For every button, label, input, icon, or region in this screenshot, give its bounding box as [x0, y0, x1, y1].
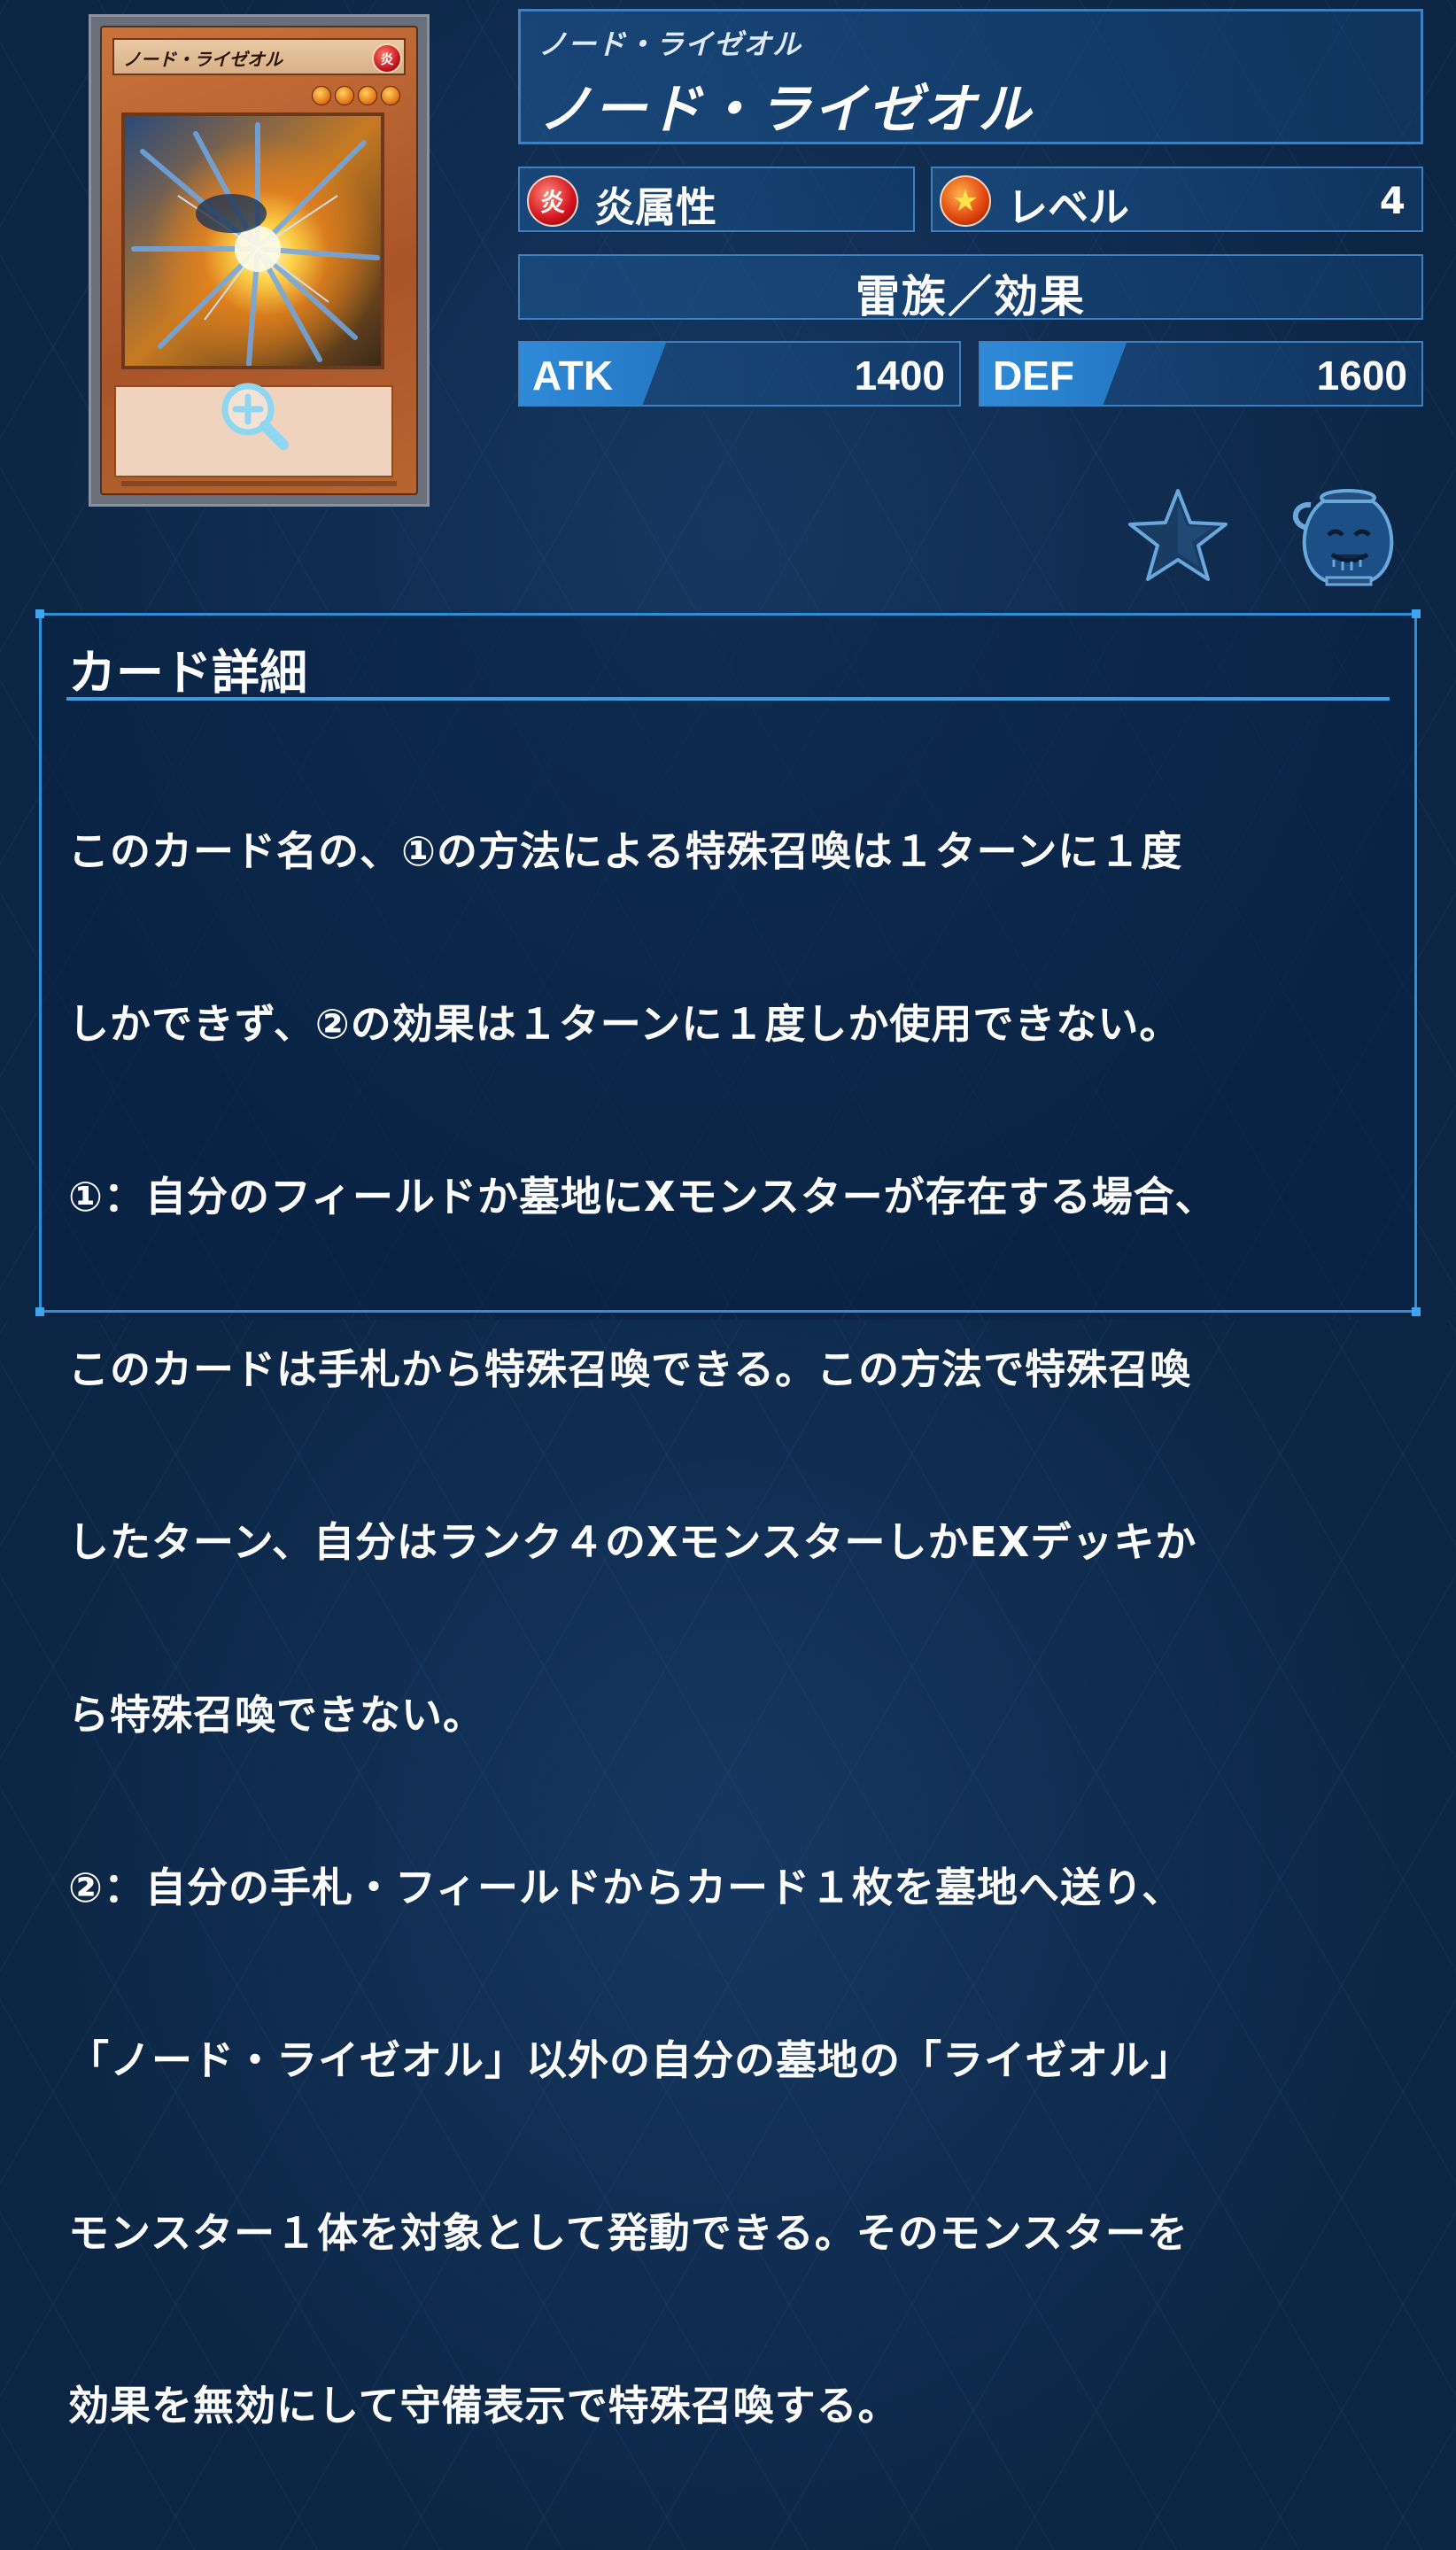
card-image-level-stars — [312, 86, 400, 105]
def-panel: DEF 1600 — [979, 341, 1423, 407]
effect-line: このカードは手札から特殊召喚できる。この方法で特殊召喚 — [68, 1345, 1192, 1393]
panel-corner — [35, 1307, 44, 1316]
attribute-panel: 炎 炎属性 — [518, 167, 915, 232]
card-name-panel: ノード・ライゼオル ノード・ライゼオル — [518, 9, 1423, 144]
card-artwork — [121, 112, 384, 369]
pot-icon[interactable] — [1284, 485, 1398, 588]
effect-line: 「ノード・ライゼオル」以外の自分の墓地の「ライゼオル」 — [68, 2036, 1192, 2084]
card-image-attribute-icon: 炎 — [372, 43, 402, 74]
def-value: 1600 — [1316, 353, 1407, 399]
effect-line: 効果を無効にして守備表示で特殊召喚する。 — [68, 2382, 900, 2430]
effect-line: ら特殊召喚できない。 — [68, 1691, 484, 1739]
level-star-icon — [358, 86, 377, 105]
effect-line: したターン、自分はランク４のXモンスターしかEXデッキか — [68, 1518, 1197, 1566]
atk-panel: ATK 1400 — [518, 341, 961, 407]
atk-label: ATK — [532, 353, 614, 399]
fire-attribute-icon: 炎 — [527, 175, 578, 227]
type-panel: 雷族／効果 — [518, 254, 1423, 322]
magnify-icon[interactable] — [218, 379, 290, 452]
detail-title: カード詳細 — [68, 645, 307, 701]
effect-line: このカード名の、①の方法による特殊召喚は１ターンに１度 — [68, 827, 1183, 875]
atk-value: 1400 — [854, 353, 945, 399]
card-name: ノード・ライゼオル — [538, 79, 1033, 141]
level-label: レベル — [1007, 183, 1129, 231]
def-label: DEF — [993, 353, 1074, 399]
level-star-icon: ★ — [940, 175, 991, 227]
star-icon[interactable] — [1125, 485, 1231, 585]
effect-line: ①：自分のフィールドか墓地にXモンスターが存在する場合、 — [68, 1173, 1217, 1221]
card-footer — [121, 481, 397, 486]
effect-line: ②：自分の手札・フィールドからカード１枚を墓地へ送り、 — [68, 1864, 1184, 1911]
card-name-ruby: ノード・ライゼオル — [538, 27, 802, 61]
level-star-icon — [381, 86, 400, 105]
panel-corner — [1412, 1307, 1421, 1316]
level-star-icon — [312, 86, 331, 105]
card-effect-text: このカード名の、①の方法による特殊召喚は１ターンに１度 しかできず、②の効果は１… — [68, 708, 1379, 2550]
level-star-icon — [335, 86, 354, 105]
effect-line: モンスター１体を対象として発動できる。そのモンスターを — [68, 2209, 1189, 2257]
panel-corner — [1412, 609, 1421, 618]
monster-type: 雷族／効果 — [856, 271, 1086, 322]
card-image-name: ノード・ライゼオル — [112, 38, 406, 75]
level-panel: ★ レベル 4 — [931, 167, 1423, 232]
effect-line: しかできず、②の効果は１ターンに１度しか使用できない。 — [68, 1000, 1181, 1048]
panel-corner — [35, 609, 44, 618]
attribute-label: 炎属性 — [594, 183, 716, 231]
level-value: 4 — [1379, 179, 1406, 222]
detail-divider — [66, 697, 1390, 701]
card-detail-panel: カード詳細 このカード名の、①の方法による特殊召喚は１ターンに１度 しかできず、… — [35, 609, 1421, 2430]
